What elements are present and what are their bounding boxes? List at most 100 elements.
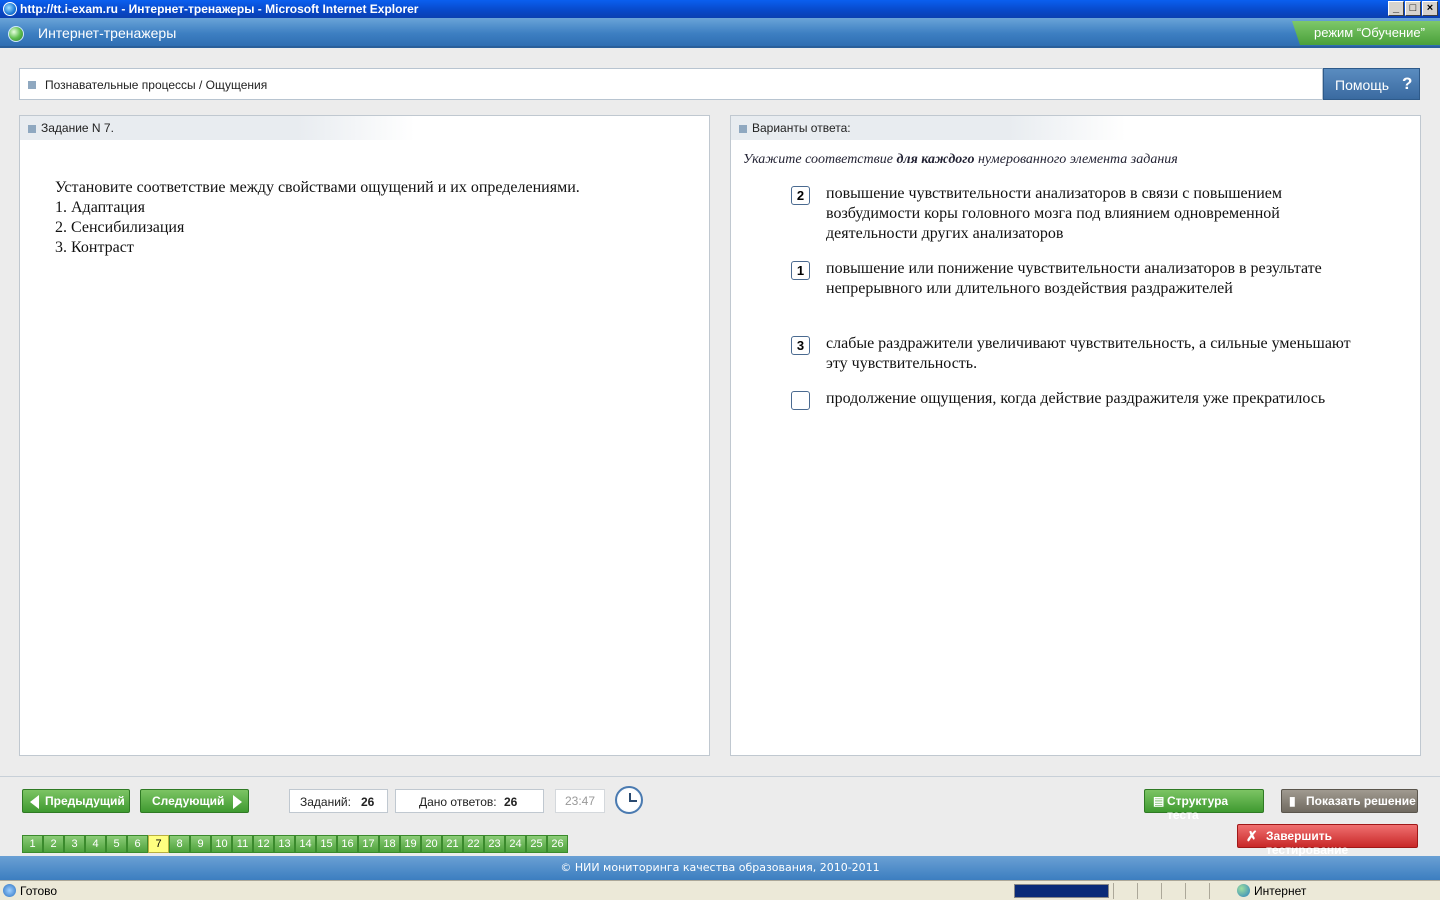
square-bullet-icon bbox=[28, 125, 36, 133]
page-button[interactable]: 1 bbox=[22, 835, 43, 853]
page-button[interactable]: 11 bbox=[232, 835, 253, 853]
status-cell bbox=[1185, 883, 1207, 899]
timer-display: 23:47 bbox=[555, 789, 605, 813]
close-button[interactable]: × bbox=[1422, 1, 1438, 16]
book-icon: ▮ bbox=[1289, 794, 1296, 808]
answer-text: слабые раздражители увеличивают чувствит… bbox=[826, 335, 1351, 372]
page-button[interactable]: 21 bbox=[442, 835, 463, 853]
page-button[interactable]: 5 bbox=[106, 835, 127, 853]
tasks-count-value: 26 bbox=[361, 795, 375, 809]
security-zone: Интернет bbox=[1254, 884, 1307, 898]
next-button[interactable]: Следующий bbox=[140, 789, 249, 813]
window-controls: _ □ × bbox=[1388, 1, 1438, 16]
page-button[interactable]: 9 bbox=[190, 835, 211, 853]
page-button[interactable]: 17 bbox=[358, 835, 379, 853]
page-button[interactable]: 8 bbox=[169, 835, 190, 853]
page-button[interactable]: 23 bbox=[484, 835, 505, 853]
instruction-post: нумерованного элемента задания bbox=[974, 152, 1178, 167]
square-bullet-icon bbox=[739, 125, 747, 133]
page-button[interactable]: 20 bbox=[421, 835, 442, 853]
answer-number-input[interactable]: 2 bbox=[791, 186, 810, 205]
instruction-bold: для каждого bbox=[896, 152, 975, 167]
breadcrumb-text: Познавательные процессы / Ощущения bbox=[45, 78, 268, 92]
answer-number-input[interactable]: 1 bbox=[791, 261, 810, 280]
page-button[interactable]: 22 bbox=[463, 835, 484, 853]
progress-bar bbox=[1014, 884, 1109, 898]
page-button[interactable]: 18 bbox=[379, 835, 400, 853]
page-button[interactable]: 25 bbox=[526, 835, 547, 853]
page-button[interactable]: 26 bbox=[547, 835, 568, 853]
app-header: Интернет-тренажеры режим “Обучение” bbox=[0, 18, 1440, 48]
window-title: http://tt.i-exam.ru - Интернет-тренажеры… bbox=[20, 2, 419, 16]
answer-text: продолжение ощущения, когда действие раз… bbox=[826, 390, 1326, 407]
test-structure-label: Структура теста bbox=[1167, 794, 1229, 822]
page-button[interactable]: 16 bbox=[337, 835, 358, 853]
finish-test-button[interactable]: ✗ Завершить тестирование bbox=[1237, 824, 1418, 857]
tasks-count-label: Заданий: bbox=[300, 795, 351, 809]
arrow-left-icon bbox=[30, 795, 39, 809]
maximize-button[interactable]: □ bbox=[1405, 1, 1421, 16]
ie-browser-icon bbox=[3, 2, 17, 16]
answers-panel: Варианты ответа: Укажите соответствие дл… bbox=[730, 115, 1421, 756]
task-item-2: 2. Сенсибилизация bbox=[55, 219, 185, 236]
status-text: Готово bbox=[20, 884, 58, 898]
clock-icon bbox=[615, 786, 643, 814]
help-label: Помощь bbox=[1335, 77, 1390, 93]
globe-logo-icon bbox=[8, 26, 24, 42]
page-button[interactable]: 15 bbox=[316, 835, 337, 853]
page-button[interactable]: 24 bbox=[505, 835, 526, 853]
breadcrumb: Познавательные процессы / Ощущения bbox=[19, 68, 1323, 100]
task-item-3: 3. Контраст bbox=[55, 239, 134, 256]
test-structure-button[interactable]: ▤ Структура теста bbox=[1144, 789, 1264, 822]
show-solution-button[interactable]: ▮ Показать решение bbox=[1281, 789, 1418, 813]
prev-label: Предыдущий bbox=[45, 794, 125, 808]
prev-button[interactable]: Предыдущий bbox=[22, 789, 130, 813]
running-man-icon: ✗ bbox=[1246, 828, 1258, 844]
list-icon: ▤ bbox=[1153, 794, 1165, 808]
page-button[interactable]: 13 bbox=[274, 835, 295, 853]
next-label: Следующий bbox=[152, 794, 225, 808]
page-button[interactable]: 7 bbox=[148, 835, 169, 853]
task-panel-header: Задание N 7. bbox=[20, 116, 415, 140]
answer-instruction: Укажите соответствие для каждого нумеров… bbox=[743, 152, 1178, 168]
copyright-footer: © НИИ мониторинга качества образования, … bbox=[0, 856, 1440, 880]
task-number: Задание N 7. bbox=[41, 121, 114, 135]
status-cell bbox=[1209, 883, 1231, 899]
answer-number-input[interactable] bbox=[791, 391, 810, 410]
task-item-1: 1. Адаптация bbox=[55, 199, 145, 216]
minimize-button[interactable]: _ bbox=[1388, 1, 1404, 16]
square-bullet-icon bbox=[28, 81, 36, 89]
answers-panel-header: Варианты ответа: bbox=[731, 116, 1126, 140]
page-button[interactable]: 10 bbox=[211, 835, 232, 853]
question-mark-icon: ? bbox=[1402, 74, 1413, 93]
answered-count-value: 26 bbox=[504, 795, 518, 809]
answer-number-input[interactable]: 3 bbox=[791, 336, 810, 355]
page-button[interactable]: 6 bbox=[127, 835, 148, 853]
page-button[interactable]: 4 bbox=[85, 835, 106, 853]
page-button[interactable]: 2 bbox=[43, 835, 64, 853]
page-icon bbox=[3, 884, 16, 897]
task-question: Установите соответствие между свойствами… bbox=[55, 179, 580, 196]
page-button[interactable]: 19 bbox=[400, 835, 421, 853]
task-text: Установите соответствие между свойствами… bbox=[55, 178, 580, 258]
help-button[interactable]: Помощь ? bbox=[1323, 68, 1420, 100]
browser-statusbar: Готово Интернет bbox=[0, 880, 1440, 900]
tasks-count: Заданий: 26 bbox=[289, 789, 388, 813]
answers-header: Варианты ответа: bbox=[752, 121, 851, 135]
status-cell bbox=[1137, 883, 1159, 899]
app-title: Интернет-тренажеры bbox=[38, 25, 177, 41]
page-button[interactable]: 14 bbox=[295, 835, 316, 853]
page-button[interactable]: 12 bbox=[253, 835, 274, 853]
finish-test-label: Завершить тестирование bbox=[1266, 829, 1349, 857]
show-solution-label: Показать решение bbox=[1306, 794, 1416, 808]
answered-count-label: Дано ответов: bbox=[419, 795, 497, 809]
instruction-pre: Укажите соответствие bbox=[743, 152, 897, 167]
question-pager: 1 2 3 4 5 6 7 8 9 10 11 12 13 14 15 16 17 18 19 20 21 22 23 24 2… bbox=[22, 835, 568, 853]
mode-badge: режим “Обучение” bbox=[1292, 21, 1440, 45]
window-titlebar: http://tt.i-exam.ru - Интернет-тренажеры… bbox=[0, 0, 1440, 18]
status-cell bbox=[1113, 883, 1135, 899]
progress-fill bbox=[1015, 885, 1108, 897]
answer-text: повышение или понижение чувствительности… bbox=[826, 260, 1322, 297]
page-button[interactable]: 3 bbox=[64, 835, 85, 853]
arrow-right-icon bbox=[233, 795, 242, 809]
